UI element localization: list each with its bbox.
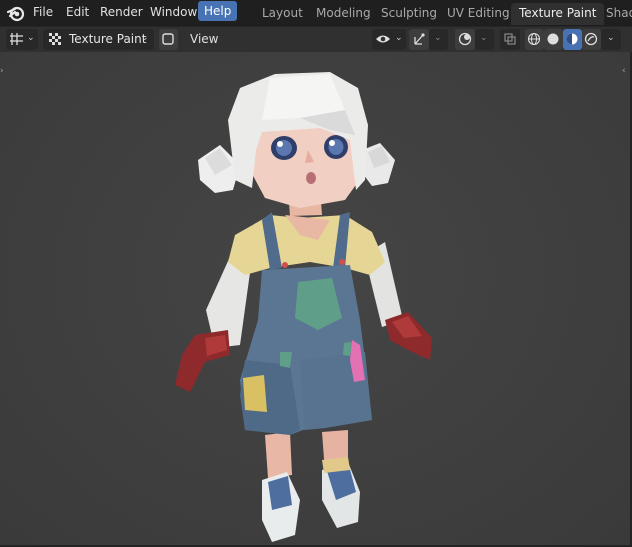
3d-viewport[interactable]: › ‹	[0, 52, 632, 547]
material-preview-icon	[566, 33, 578, 45]
overlays-dropdown[interactable]: ⌄	[475, 29, 494, 50]
square-icon	[162, 33, 174, 45]
chevron-down-icon: ⌄	[480, 33, 488, 43]
viewport-header: ⌄ Texture Paint ⌄ View ⌄ ⌄ ⌄ ⌄	[0, 26, 632, 52]
tab-modeling[interactable]: Modeling	[316, 3, 371, 24]
menu-window[interactable]: Window	[150, 0, 197, 24]
tab-uv-editing[interactable]: UV Editing	[447, 3, 510, 24]
stencil-toggle-button[interactable]	[159, 29, 178, 50]
editor-type-button[interactable]: ⌄	[6, 29, 38, 50]
editor-type-icon	[10, 33, 23, 45]
gizmo-icon	[414, 33, 425, 45]
shading-rendered-button[interactable]	[582, 29, 601, 50]
chevron-down-icon: ⌄	[434, 33, 442, 43]
xray-toggle-button[interactable]	[500, 29, 520, 50]
tab-layout[interactable]: Layout	[262, 3, 303, 24]
tab-texture-paint[interactable]: Texture Paint	[511, 3, 605, 25]
tab-sculpting[interactable]: Sculpting	[381, 3, 437, 24]
shading-solid-button[interactable]	[544, 29, 563, 50]
shading-material-preview-button[interactable]	[563, 29, 582, 50]
solid-icon	[547, 33, 559, 45]
overlays-icon	[458, 32, 472, 46]
view-menu[interactable]: View	[190, 32, 218, 46]
xray-icon	[504, 33, 516, 45]
mode-dropdown[interactable]: Texture Paint ⌄	[43, 29, 154, 50]
gizmo-dropdown[interactable]: ⌄	[429, 29, 448, 50]
character-model	[175, 72, 432, 542]
overlays-toggle-button[interactable]	[455, 29, 475, 50]
chevron-down-icon: ⌄	[141, 33, 149, 43]
tab-shading[interactable]: Shadi	[606, 3, 632, 24]
chevron-down-icon: ⌄	[607, 33, 615, 43]
menu-render[interactable]: Render	[100, 0, 143, 24]
shading-dropdown[interactable]: ⌄	[601, 29, 621, 50]
menu-edit[interactable]: Edit	[66, 0, 89, 24]
gizmo-toggle-button[interactable]	[409, 29, 429, 50]
texture-paint-mode-icon	[49, 33, 61, 45]
shading-wireframe-button[interactable]	[525, 29, 544, 50]
visibility-dropdown[interactable]: ⌄	[372, 29, 406, 50]
rendered-icon	[584, 32, 598, 46]
mode-label: Texture Paint	[69, 32, 147, 46]
wireframe-icon	[527, 32, 541, 46]
menu-file[interactable]: File	[33, 0, 53, 24]
blender-logo-icon[interactable]	[6, 3, 26, 23]
eye-icon	[376, 35, 390, 43]
chevron-down-icon: ⌄	[27, 33, 35, 43]
top-bar: File Edit Render Window Help Layout Mode…	[0, 0, 632, 26]
menu-help[interactable]: Help	[198, 1, 238, 21]
chevron-down-icon: ⌄	[395, 33, 403, 43]
